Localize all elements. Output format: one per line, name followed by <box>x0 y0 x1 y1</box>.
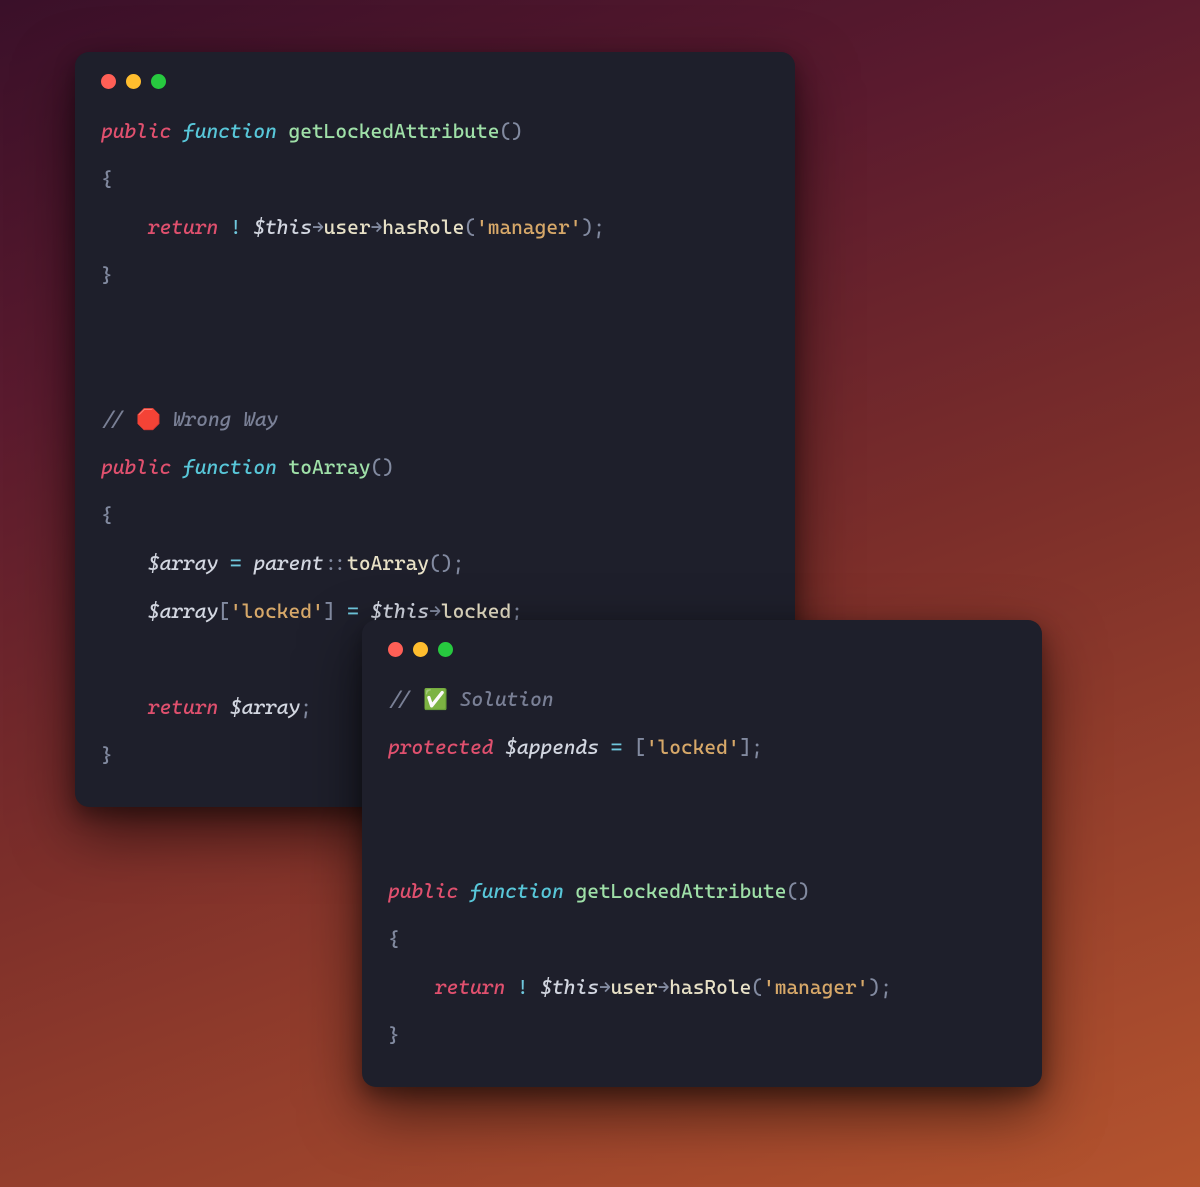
method-hasRole: hasRole <box>382 215 464 239</box>
function-name: getLockedAttribute <box>576 879 787 903</box>
close-icon[interactable] <box>101 74 116 89</box>
operator-assign: = <box>611 735 623 759</box>
comment-text: Wrong Way <box>173 407 278 431</box>
keyword-return: return <box>148 215 218 239</box>
keyword-protected: protected <box>388 735 493 759</box>
keyword-function: function <box>470 879 564 903</box>
property-user: user <box>611 975 658 999</box>
method-toArray: toArray <box>347 551 429 575</box>
brace-close: } <box>388 1023 400 1047</box>
comment-wrong-way: // 🛑 Wrong Way <box>101 407 278 431</box>
arrow-icon: → <box>312 215 324 239</box>
paren-open: ( <box>464 215 476 239</box>
bracket-open: [ <box>634 735 646 759</box>
brace-open: { <box>388 927 400 951</box>
variable-array: $array <box>230 695 300 719</box>
operator-assign: = <box>230 551 242 575</box>
variable-this: $this <box>540 975 599 999</box>
parens: () <box>499 119 522 143</box>
paren-open: ( <box>751 975 763 999</box>
keyword-return: return <box>148 695 218 719</box>
close-icon[interactable] <box>388 642 403 657</box>
brace-open: { <box>101 167 113 191</box>
code-window-solution: // ✅ Solution protected $appends = ['loc… <box>362 620 1042 1087</box>
semicolon: ; <box>300 695 312 719</box>
function-name: toArray <box>289 455 371 479</box>
string-locked: 'locked' <box>230 599 324 623</box>
keyword-public: public <box>388 879 458 903</box>
variable-appends: $appends <box>505 735 599 759</box>
maximize-icon[interactable] <box>438 642 453 657</box>
minimize-icon[interactable] <box>413 642 428 657</box>
variable-parent: parent <box>253 551 323 575</box>
method-hasRole: hasRole <box>669 975 751 999</box>
brace-close: } <box>101 263 113 287</box>
comment-slashes: // <box>388 687 411 711</box>
check-mark-icon: ✅ <box>423 687 448 711</box>
code-block-2: // ✅ Solution protected $appends = ['loc… <box>388 675 1016 1059</box>
minimize-icon[interactable] <box>126 74 141 89</box>
brace-open: { <box>101 503 113 527</box>
property-user: user <box>324 215 371 239</box>
bracket-close: ]; <box>740 735 763 759</box>
parens: () <box>371 455 394 479</box>
operator-assign: = <box>347 599 359 623</box>
window-controls <box>388 642 1016 657</box>
bracket-close: ] <box>324 599 336 623</box>
paren-close: ); <box>868 975 891 999</box>
stop-sign-icon: 🛑 <box>136 407 161 431</box>
double-colon: :: <box>324 551 347 575</box>
maximize-icon[interactable] <box>151 74 166 89</box>
parens: () <box>786 879 809 903</box>
comment-text: Solution <box>460 687 554 711</box>
variable-this: $this <box>253 215 312 239</box>
arrow-icon: → <box>658 975 670 999</box>
arrow-icon: → <box>599 975 611 999</box>
operator-not: ! <box>517 975 529 999</box>
string-locked: 'locked' <box>646 735 740 759</box>
function-name: getLockedAttribute <box>289 119 500 143</box>
operator-not: ! <box>230 215 242 239</box>
string-manager: 'manager' <box>763 975 868 999</box>
window-controls <box>101 74 769 89</box>
paren-close: ); <box>581 215 604 239</box>
brace-close: } <box>101 743 113 767</box>
keyword-function: function <box>183 119 277 143</box>
variable-array: $array <box>148 551 218 575</box>
call-semi: (); <box>429 551 464 575</box>
comment-solution: // ✅ Solution <box>388 687 554 711</box>
comment-slashes: // <box>101 407 124 431</box>
keyword-public: public <box>101 119 171 143</box>
bracket-open: [ <box>218 599 230 623</box>
keyword-return: return <box>435 975 505 999</box>
variable-array: $array <box>148 599 218 623</box>
keyword-public: public <box>101 455 171 479</box>
keyword-function: function <box>183 455 277 479</box>
string-manager: 'manager' <box>476 215 581 239</box>
arrow-icon: → <box>371 215 383 239</box>
